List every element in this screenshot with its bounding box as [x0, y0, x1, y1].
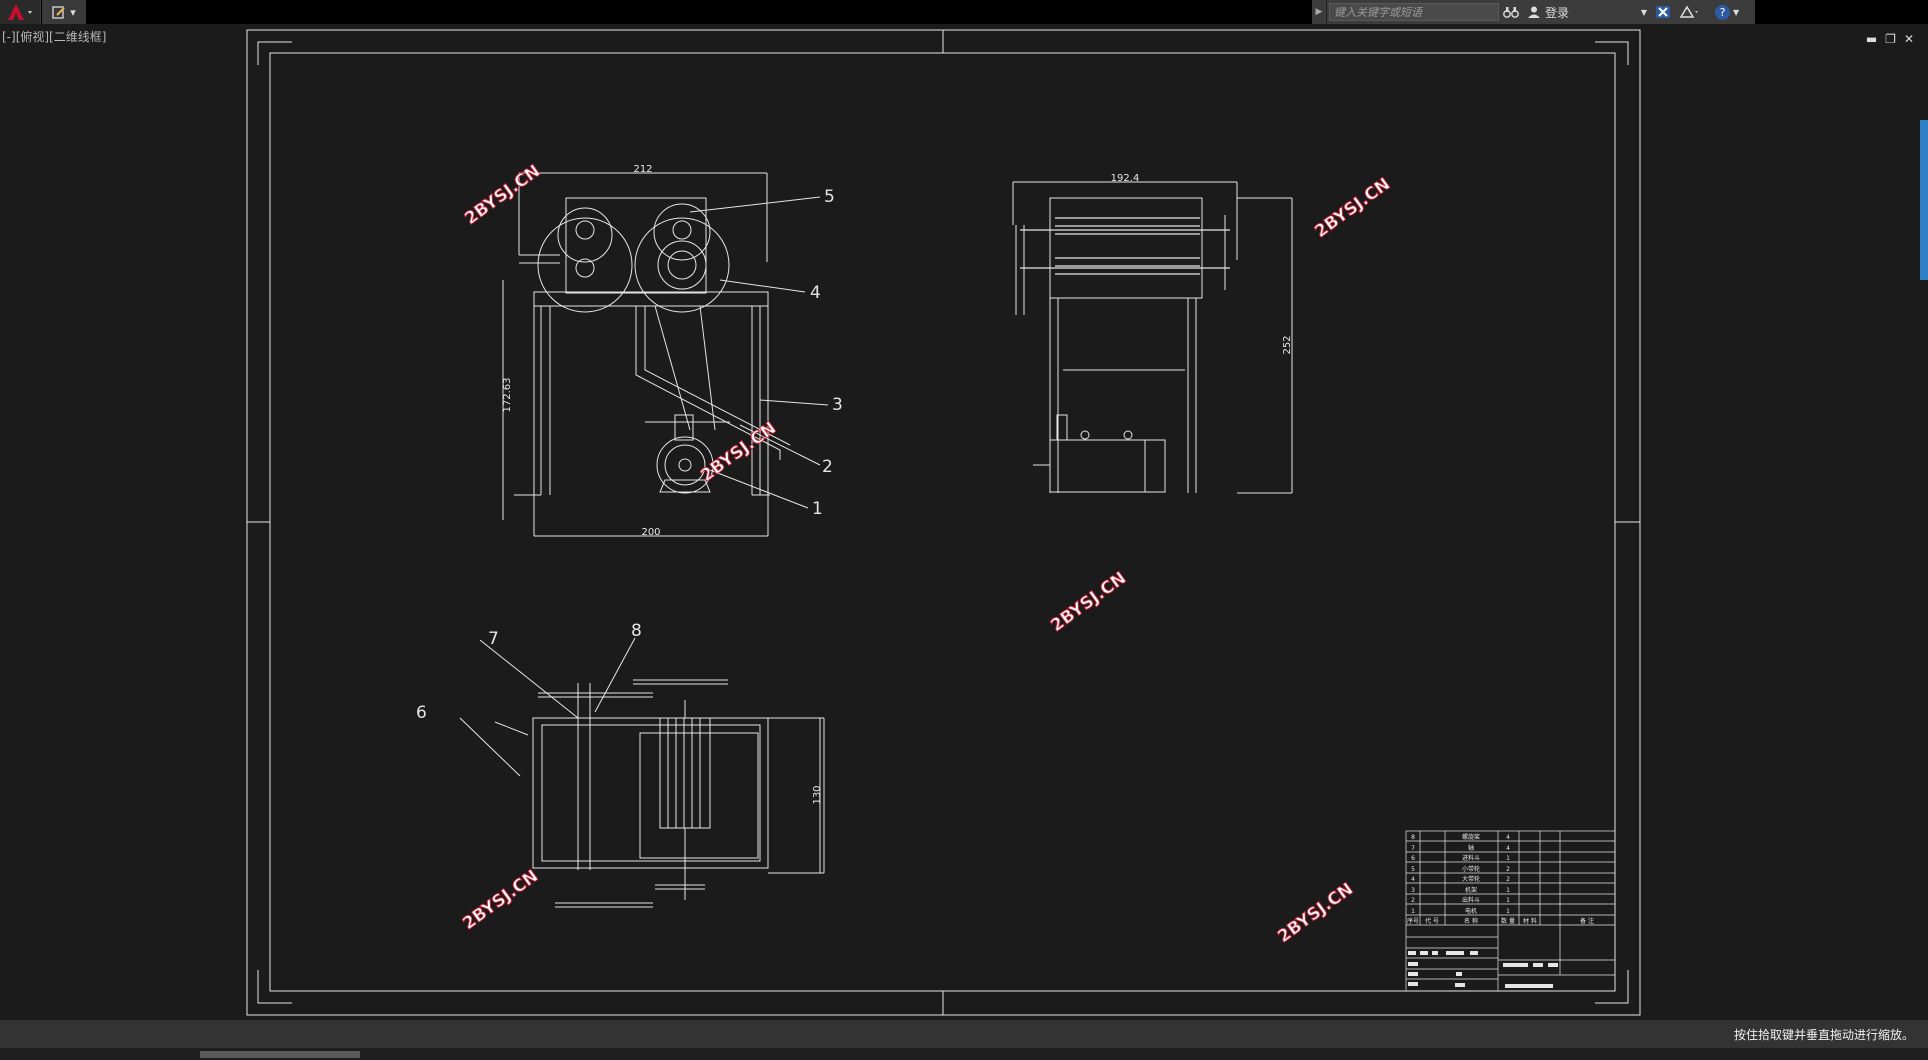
svg-text:代 号: 代 号 — [1425, 917, 1439, 925]
callout-1: 1 — [812, 499, 823, 519]
watermark-2: 2BYSJ.CN — [1311, 174, 1394, 242]
side-view — [1012, 181, 1293, 494]
sheet-outer-border — [246, 29, 1641, 1016]
svg-text:1: 1 — [1506, 887, 1510, 894]
status-bar: 按住拾取键并垂直拖动进行缩放。 — [0, 1020, 1928, 1048]
top-dim-height: 130 — [812, 785, 823, 804]
callout-8: 8 — [631, 621, 642, 641]
svg-text:电机: 电机 — [1465, 907, 1477, 915]
svg-text:3: 3 — [1411, 887, 1415, 894]
svg-text:1: 1 — [1506, 908, 1510, 915]
watermark-4: 2BYSJ.CN — [1047, 568, 1130, 636]
svg-text:材 料: 材 料 — [1523, 917, 1537, 925]
horizontal-scrollbar-thumb[interactable] — [200, 1051, 360, 1058]
svg-text:轴: 轴 — [1468, 844, 1474, 852]
callout-2: 2 — [822, 457, 833, 477]
status-message: 按住拾取键并垂直拖动进行缩放。 — [1733, 1028, 1914, 1042]
svg-text:备 注: 备 注 — [1580, 917, 1594, 925]
svg-text:2: 2 — [1411, 897, 1415, 904]
drawing-canvas[interactable]: 212 172.63 200 5 4 3 2 1 192.4 252 130 7… — [0, 0, 1928, 1020]
svg-text:1: 1 — [1506, 855, 1510, 862]
svg-text:出料斗: 出料斗 — [1462, 896, 1480, 904]
watermark-5: 2BYSJ.CN — [459, 866, 542, 934]
svg-text:4: 4 — [1411, 876, 1415, 883]
side-dim-width: 192.4 — [1111, 173, 1140, 184]
svg-text:大带轮: 大带轮 — [1462, 875, 1480, 883]
watermark-6: 2BYSJ.CN — [1274, 879, 1357, 947]
watermark-1: 2BYSJ.CN — [461, 161, 544, 229]
svg-text:1: 1 — [1411, 908, 1415, 915]
callout-4: 4 — [810, 283, 821, 303]
svg-text:进料斗: 进料斗 — [1462, 854, 1480, 862]
svg-text:2: 2 — [1506, 866, 1510, 873]
front-dim-top: 212 — [633, 164, 652, 175]
side-dim-height: 252 — [1282, 335, 1293, 354]
svg-text:名 称: 名 称 — [1464, 917, 1478, 925]
svg-text:序号: 序号 — [1407, 917, 1419, 925]
callout-7: 7 — [488, 629, 499, 649]
front-dim-height: 172.63 — [502, 378, 513, 413]
vertical-scrollbar-thumb[interactable] — [1920, 120, 1928, 280]
svg-text:1: 1 — [1506, 897, 1510, 904]
svg-text:8: 8 — [1411, 834, 1415, 841]
parts-list-table: 8 螺旋桨 4 7 轴 4 6 进料斗 1 5 小带轮 2 4 大带轮 2 3 … — [1405, 830, 1616, 992]
svg-text:5: 5 — [1411, 866, 1415, 873]
svg-text:4: 4 — [1506, 845, 1510, 852]
top-view — [459, 637, 825, 908]
callout-5: 5 — [824, 187, 835, 207]
svg-text:2: 2 — [1506, 876, 1510, 883]
callout-6: 6 — [416, 703, 427, 723]
svg-text:6: 6 — [1411, 855, 1415, 862]
svg-text:7: 7 — [1411, 845, 1415, 852]
callout-3: 3 — [832, 395, 843, 415]
svg-text:机架: 机架 — [1465, 886, 1477, 894]
svg-text:小带轮: 小带轮 — [1462, 865, 1480, 873]
front-view — [502, 172, 829, 537]
svg-text:4: 4 — [1506, 834, 1510, 841]
svg-text:螺旋桨: 螺旋桨 — [1462, 833, 1480, 841]
svg-text:数 量: 数 量 — [1501, 917, 1515, 925]
front-dim-bottom: 200 — [641, 527, 660, 538]
